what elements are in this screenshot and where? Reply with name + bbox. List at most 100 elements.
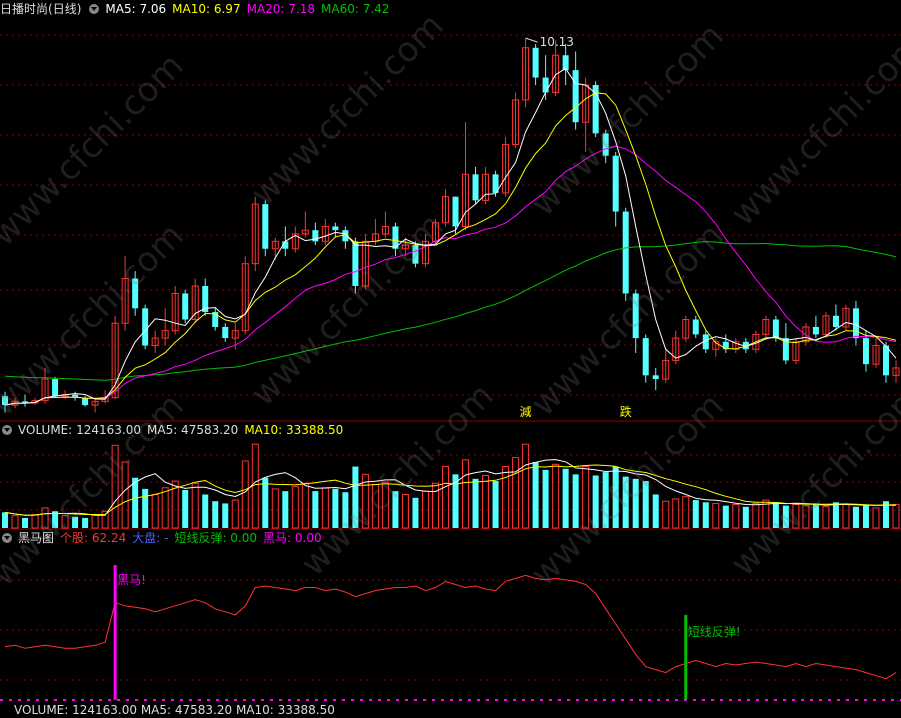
volume-bar bbox=[652, 494, 659, 528]
volume-ma10-label: MA10: 33388.50 bbox=[244, 423, 344, 437]
volume-bar bbox=[282, 491, 289, 528]
candle-body bbox=[642, 338, 649, 376]
volume-bar bbox=[742, 506, 749, 528]
volume-label: VOLUME: 124163.00 bbox=[18, 423, 141, 437]
volume-bar bbox=[712, 502, 720, 529]
candle-body bbox=[832, 315, 839, 327]
chart-stage: 10.13 減跌黑马! 短线反弹! www.cfchi.com www.cfchi.… bbox=[0, 0, 901, 717]
volume-bar bbox=[702, 502, 709, 528]
candle-body bbox=[542, 77, 549, 93]
candle-body bbox=[532, 47, 539, 78]
volume-bar bbox=[132, 477, 139, 528]
volume-bar bbox=[892, 504, 900, 529]
volume-bar bbox=[722, 505, 729, 528]
volume-bar bbox=[482, 474, 490, 529]
candle-body bbox=[862, 338, 869, 365]
volume-bar bbox=[552, 463, 560, 529]
candle-body bbox=[82, 397, 89, 406]
volume-bar bbox=[191, 482, 199, 529]
volume-bar bbox=[502, 466, 510, 529]
volume-bar bbox=[872, 507, 880, 529]
indicator-stock-value: 个股: 62.24 bbox=[60, 531, 127, 545]
candle-body bbox=[572, 70, 579, 123]
volume-bar bbox=[412, 497, 419, 528]
ma20-label: MA20: 7.18 bbox=[246, 2, 316, 16]
candle-body bbox=[852, 308, 859, 339]
candle-body bbox=[222, 326, 229, 339]
high-price-label: 10.13 bbox=[540, 35, 574, 49]
indicator-panel-header: 黑马图 个股: 62.24 大盘: - 短线反弹: 0.00 黑马: 0.00 bbox=[0, 530, 328, 546]
volume-ma5-label: MA5: 47583.20 bbox=[147, 423, 239, 437]
volume-bar bbox=[271, 488, 279, 529]
volume-bar bbox=[492, 481, 499, 528]
candle-body bbox=[472, 174, 479, 201]
volume-bar bbox=[151, 493, 159, 529]
volume-bar bbox=[2, 512, 9, 528]
indicator-line bbox=[4, 574, 897, 680]
volume-bar bbox=[472, 478, 479, 528]
high-pointer bbox=[525, 37, 538, 43]
volume-bar bbox=[832, 502, 839, 528]
volume-bar bbox=[682, 496, 690, 529]
volume-bar bbox=[301, 482, 309, 529]
volume-bar bbox=[462, 459, 470, 529]
candle-body bbox=[622, 211, 629, 294]
candle-body bbox=[692, 319, 699, 335]
candle-body bbox=[142, 308, 149, 346]
candle-body bbox=[772, 319, 779, 339]
volume-bar bbox=[161, 487, 169, 529]
ma5-label: MA5: 7.06 bbox=[105, 2, 167, 16]
volume-bar bbox=[91, 514, 99, 529]
volume-bar bbox=[241, 460, 249, 529]
dropdown-icon[interactable] bbox=[2, 424, 12, 435]
volume-bar bbox=[262, 477, 269, 528]
volume-bar bbox=[862, 505, 869, 528]
volume-bar bbox=[842, 504, 850, 529]
indicator-black-horse-value: 黑马: 0.00 bbox=[263, 531, 322, 545]
dropdown-icon[interactable] bbox=[89, 3, 100, 14]
volume-bar bbox=[512, 457, 520, 529]
volume-bar bbox=[672, 498, 680, 529]
volume-bar bbox=[212, 501, 219, 528]
volume-bar bbox=[231, 499, 239, 529]
candle-body bbox=[812, 326, 819, 335]
volume-bar bbox=[522, 443, 530, 529]
volume-bar bbox=[312, 491, 319, 528]
volume-bar bbox=[202, 494, 209, 528]
stock-title: 日播时尚 bbox=[0, 2, 49, 16]
volume-bar bbox=[182, 490, 189, 528]
volume-bar bbox=[562, 468, 569, 528]
dropdown-icon[interactable] bbox=[2, 532, 12, 543]
volume-bar bbox=[291, 486, 299, 529]
black-horse-signal-label: 黑马! bbox=[117, 573, 146, 587]
ma10-label: MA10: 6.97 bbox=[172, 2, 241, 16]
volume-bar bbox=[431, 482, 439, 529]
volume-bar bbox=[852, 506, 859, 528]
candle-body bbox=[652, 375, 659, 380]
volume-panel-header: VOLUME: 124163.00 MA5: 47583.20 MA10: 3338… bbox=[0, 422, 349, 438]
indicator-rebound-value: 短线反弹: 0.00 bbox=[174, 531, 258, 545]
marker-fall: 跌 bbox=[620, 404, 632, 419]
indicator-title: 黑马图 bbox=[18, 531, 55, 545]
bottom-cut-label: VOLUME: 124163.00 MA5: 47583.20 MA10: 33… bbox=[14, 703, 335, 717]
ma60-label: MA60: 7.42 bbox=[321, 2, 390, 16]
candle-body bbox=[612, 155, 619, 212]
volume-bar bbox=[142, 488, 149, 528]
volume-bar bbox=[692, 500, 699, 528]
candle-body bbox=[882, 345, 889, 376]
volume-bar bbox=[542, 469, 549, 528]
candle-body bbox=[452, 196, 459, 227]
rebound-signal-label: 短线反弹! bbox=[688, 625, 741, 639]
volume-bar bbox=[11, 515, 19, 529]
period-label: (日线) bbox=[48, 2, 82, 16]
volume-bar bbox=[101, 510, 109, 529]
volume-bar bbox=[732, 504, 740, 529]
candle-body bbox=[332, 226, 339, 231]
volume-bar bbox=[441, 466, 449, 529]
marker-reduce: 減 bbox=[520, 404, 532, 419]
indicator-market-value: 大盘: - bbox=[132, 531, 169, 545]
candle-body bbox=[562, 55, 569, 71]
candle-body bbox=[182, 293, 189, 320]
volume-bar bbox=[662, 500, 670, 529]
volume-bar bbox=[222, 503, 229, 528]
